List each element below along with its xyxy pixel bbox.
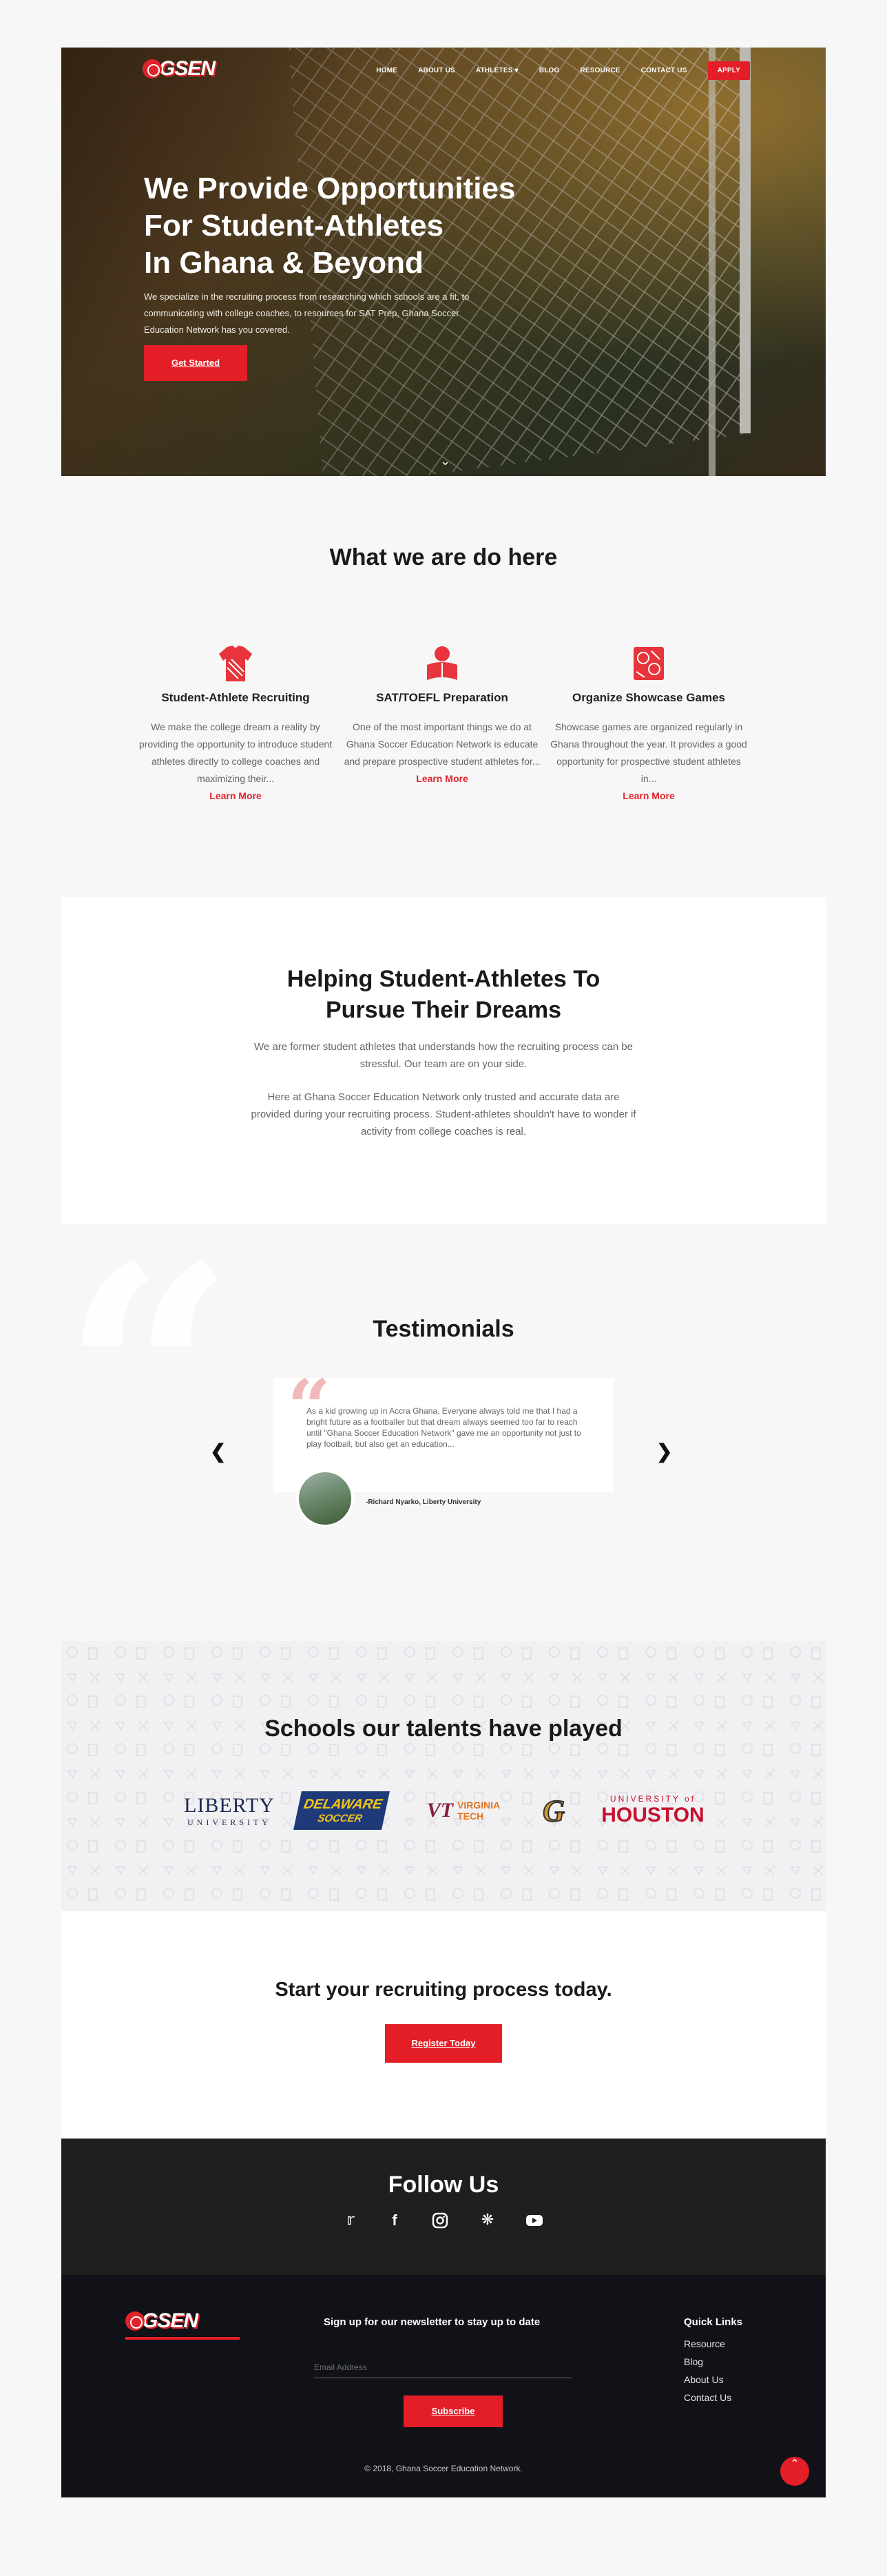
chevron-right-icon[interactable]: ❯ xyxy=(656,1440,672,1463)
sports-equipment-icon xyxy=(634,647,664,680)
vt-monogram-icon: VT xyxy=(426,1799,454,1822)
site-logo[interactable]: GSEN xyxy=(143,57,216,81)
helping-section: Helping Student-Athletes To Pursue Their… xyxy=(61,897,826,1224)
helping-paragraph-1: We are former student athletes that unde… xyxy=(253,1041,634,1070)
follow-section: Follow Us xyxy=(61,2139,826,2275)
nav-home[interactable]: HOME xyxy=(376,67,397,74)
helping-paragraph-2: Here at Ghana Soccer Education Network o… xyxy=(251,1091,636,1137)
instagram-icon[interactable] xyxy=(430,2212,450,2229)
twitter-icon[interactable]: 𝕣 xyxy=(340,2212,361,2229)
schools-title: Schools our talents have played xyxy=(264,1715,623,1742)
footer-link-blog[interactable]: Blog xyxy=(684,2356,703,2367)
logo-tagline-bar xyxy=(125,2337,240,2340)
register-section: Start your recruiting process today. Reg… xyxy=(61,1911,826,2139)
jersey-icon xyxy=(219,646,252,681)
what-section-title: What we are do here xyxy=(329,544,558,570)
feature-sat-prep: SAT/TOEFL Preparation One of the most im… xyxy=(342,644,542,784)
newsletter-title: Sign up for our newsletter to stay up to… xyxy=(324,2316,541,2328)
register-button[interactable]: Register Today xyxy=(385,2024,502,2063)
schools-section xyxy=(61,1641,826,1911)
hero-subtitle: We specialize in the recruiting process … xyxy=(144,291,470,335)
youtube-icon[interactable] xyxy=(524,2212,545,2229)
register-title: Start your recruiting process today. xyxy=(275,1979,612,2001)
g-logo: G xyxy=(542,1793,565,1828)
footer-logo[interactable]: GSEN xyxy=(125,2309,240,2340)
reading-student-icon xyxy=(427,646,457,680)
apply-button[interactable]: APPLY xyxy=(707,61,750,80)
caret-down-icon: ▾ xyxy=(514,67,519,74)
nav-about[interactable]: ABOUT US xyxy=(418,67,455,74)
testimonial-author: -Richard Nyarko, Liberty University xyxy=(366,1498,481,1506)
virginia-tech-logo: VT VIRGINIA TECH xyxy=(426,1799,501,1822)
learn-more-link[interactable]: Learn More xyxy=(136,790,335,801)
liberty-logo: LIBERTY UNIVERSITY xyxy=(184,1793,275,1827)
back-to-top-icon[interactable]: ⌃ xyxy=(780,2457,809,2486)
houston-logo: UNIVERSITY of HOUSTON xyxy=(601,1794,705,1826)
nav-contact[interactable]: CONTACT US xyxy=(641,67,687,74)
testimonial-quote: As a kid growing up in Accra Ghana, Ever… xyxy=(306,1406,581,1449)
follow-title: Follow Us xyxy=(388,2172,499,2198)
facebook-icon[interactable]: f xyxy=(384,2212,405,2229)
feature-showcase: Organize Showcase Games Showcase games a… xyxy=(549,644,749,801)
soccer-ball-icon xyxy=(143,59,162,79)
footer-link-contact[interactable]: Contact Us xyxy=(684,2392,731,2403)
main-nav: HOME ABOUT US ATHLETES ▾ BLOG RESOURCE C… xyxy=(355,61,750,80)
copyright: © 2018, Ghana Soccer Education Network. xyxy=(364,2464,523,2473)
email-field[interactable] xyxy=(314,2356,572,2378)
nav-blog[interactable]: BLOG xyxy=(539,67,560,74)
feature-recruiting: Student-Athlete Recruiting We make the c… xyxy=(136,644,335,801)
soccer-ball-icon xyxy=(125,2311,145,2331)
quote-mark-decoration: “ xyxy=(61,1226,236,1378)
subscribe-button[interactable]: Subscribe xyxy=(404,2395,503,2427)
get-started-button[interactable]: Get Started xyxy=(144,345,247,381)
nav-resource[interactable]: RESOURCE xyxy=(580,67,620,74)
learn-more-link[interactable]: Learn More xyxy=(549,790,749,801)
quick-links-title: Quick Links xyxy=(684,2316,743,2328)
chevron-down-icon[interactable]: ⌄ xyxy=(440,454,450,468)
hero-title: We Provide Opportunities For Student-Ath… xyxy=(144,172,516,280)
footer-link-about[interactable]: About Us xyxy=(684,2374,724,2385)
testimonials-title: Testimonials xyxy=(373,1316,514,1342)
learn-more-link[interactable]: Learn More xyxy=(342,773,542,784)
sports-pattern-background xyxy=(61,1641,826,1911)
delaware-soccer-logo: DELAWARE SOCCER xyxy=(293,1791,390,1830)
nav-athletes[interactable]: ATHLETES ▾ xyxy=(476,67,519,74)
chevron-left-icon[interactable]: ❮ xyxy=(210,1440,226,1463)
hero-banner: GSEN HOME ABOUT US ATHLETES ▾ BLOG RESOU… xyxy=(61,48,826,476)
footer-link-resource[interactable]: Resource xyxy=(684,2338,725,2349)
helping-title: Helping Student-Athletes To Pursue Their… xyxy=(286,966,601,1023)
avatar xyxy=(296,1470,354,1527)
slack-icon[interactable]: ❋ xyxy=(477,2212,498,2229)
